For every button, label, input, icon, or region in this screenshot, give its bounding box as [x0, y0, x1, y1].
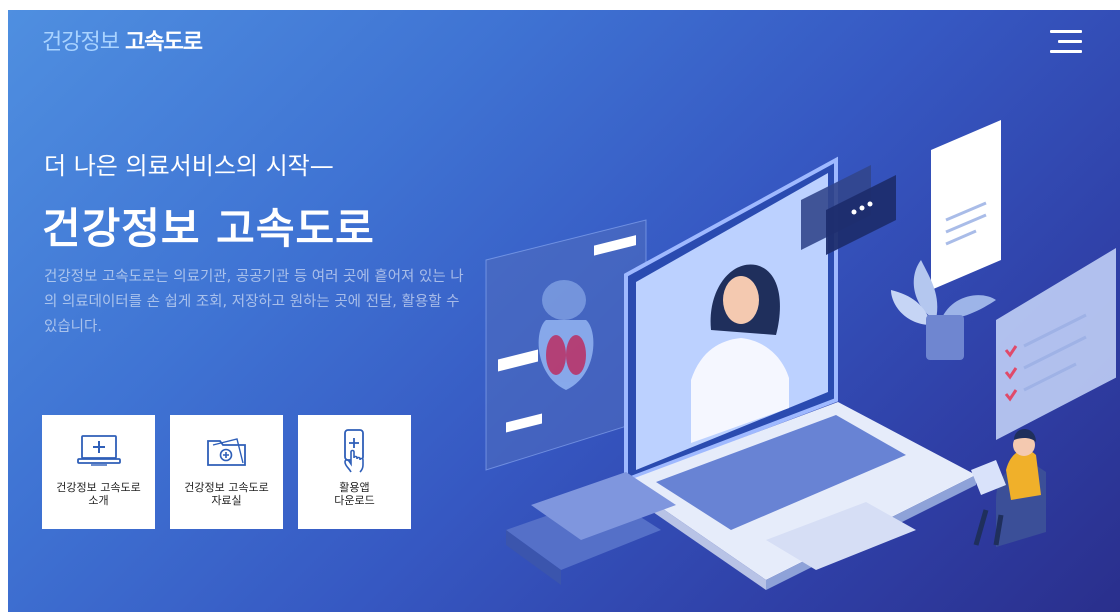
- app-download-card[interactable]: 활용앱 다운로드: [298, 415, 411, 529]
- intro-card[interactable]: 건강정보 고속도로 소개: [42, 415, 155, 529]
- phone-tap-icon: [335, 429, 375, 473]
- hero-description: 건강정보 고속도로는 의료기관, 공공기관 등 여러 곳에 흩어져 있는 나의 …: [44, 269, 464, 335]
- site-logo[interactable]: 건강정보 고속도로: [42, 24, 203, 56]
- hero-subtitle: 더 나은 의료서비스의 시작—: [44, 152, 334, 180]
- logo-part2: 고속도로: [124, 30, 203, 55]
- logo-part1: 건강정보: [42, 30, 120, 55]
- quick-links: 건강정보 고속도로 소개 건강정보 고속도로 자료실 활용앱 다운로드: [42, 415, 411, 529]
- hamburger-menu-icon[interactable]: [1046, 28, 1082, 56]
- app-download-card-label: 활용앱 다운로드: [334, 481, 375, 507]
- archive-card[interactable]: 건강정보 고속도로 자료실: [170, 415, 283, 529]
- intro-card-label: 건강정보 고속도로 소개: [56, 481, 141, 507]
- hero-title: 건강정보 고속도로: [42, 204, 375, 253]
- folder-icon: [204, 431, 250, 471]
- person-with-laptop: [971, 428, 1046, 547]
- monitor-medical-icon: [76, 431, 122, 471]
- archive-card-label: 건강정보 고속도로 자료실: [184, 481, 269, 507]
- telemedicine-illustration: [485, 120, 1116, 590]
- hero-section: 건강정보 고속도로 더 나은 의료서비스의 시작— 건강정보 고속도로 건강정보…: [8, 10, 1120, 612]
